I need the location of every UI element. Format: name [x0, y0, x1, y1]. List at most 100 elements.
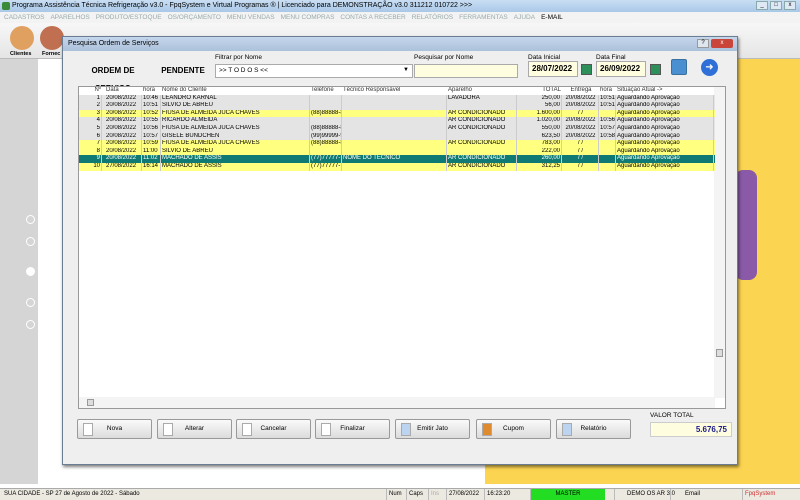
cell-phone: (88)88888-8888: [311, 109, 342, 118]
header-time: hora: [143, 87, 156, 93]
cell-technician: [342, 147, 447, 156]
help-button[interactable]: ?: [697, 39, 709, 48]
relatorio-button[interactable]: Relatório: [556, 419, 631, 439]
menu-vendas[interactable]: MENU VENDAS: [227, 12, 275, 23]
cell-technician: [342, 94, 447, 103]
status-bar: SUA CIDADE - SP 27 de Agosto de 2022 - S…: [0, 488, 800, 500]
cell-number: 4: [79, 117, 102, 125]
close-button[interactable]: x: [784, 1, 796, 10]
cell-delivery: / /: [562, 155, 599, 163]
header-delivery-time: hora: [600, 87, 613, 93]
menu-os-orcamento[interactable]: OS/ORÇAMENTO: [168, 12, 221, 23]
cell-client: MACHADO DE ASSIS: [161, 163, 310, 171]
menu-ajuda[interactable]: AJUDA: [514, 12, 535, 23]
menu-aparelhos[interactable]: APARELHOS: [50, 12, 89, 23]
finalizar-button[interactable]: Finalizar: [315, 419, 390, 439]
table-row[interactable]: 3 20/08/2022 10:52 FIUSA DE ALMEIDA JUCA CH…: [79, 109, 715, 118]
refresh-icon[interactable]: [671, 59, 687, 75]
menu-cadastros[interactable]: CADASTROS: [4, 12, 44, 23]
finalizar-label: Finalizar: [340, 425, 365, 432]
slide-dot[interactable]: [26, 237, 35, 246]
cell-status: Aguardando Aprovação: [616, 155, 714, 163]
search-os-dialog: Pesquisa Ordem de Serviços ? x ORDEM DE …: [62, 36, 738, 465]
cell-date: 20/08/2022: [105, 140, 142, 148]
slide-dot-active[interactable]: [26, 267, 35, 276]
maximize-button[interactable]: □: [770, 1, 782, 10]
cell-number: 3: [79, 109, 102, 118]
menu-produto-estoque[interactable]: PRODUTO/ESTOQUE: [96, 12, 162, 23]
menu-contas-receber[interactable]: CONTAS A RECEBER: [340, 12, 405, 23]
table-row[interactable]: 4 20/08/2022 10:55 RICARDO ALMEIDA AR CONDIC…: [79, 117, 715, 125]
total-value: 5.676,75: [650, 422, 732, 437]
start-date-input[interactable]: 28/07/2022: [528, 61, 578, 77]
cell-time: 10:57: [142, 132, 161, 141]
end-date-input[interactable]: 26/09/2022: [596, 61, 646, 77]
cancelar-button[interactable]: Cancelar: [236, 419, 311, 439]
cell-delivery-time: [599, 147, 616, 156]
relatorio-label: Relatório: [580, 425, 607, 432]
calendar-icon[interactable]: [650, 64, 661, 75]
slide-dot[interactable]: [26, 298, 35, 307]
status-city-date: SUA CIDADE - SP 27 de Agosto de 2022 - S…: [4, 491, 140, 497]
cupom-button[interactable]: Cupom: [476, 419, 551, 439]
emitir-jato-button[interactable]: Emitir Jato: [395, 419, 470, 439]
printer-icon: [562, 423, 572, 436]
cell-technician: [342, 109, 447, 118]
cell-total: 260,00: [517, 155, 562, 163]
os-grid[interactable]: Nº Data hora Nome do Cliente Telefone Técnico…: [78, 86, 726, 409]
cell-client: RICARDO ALMEIDA: [161, 117, 310, 125]
status-email[interactable]: Email: [670, 489, 702, 500]
slide-dot[interactable]: [26, 320, 35, 329]
cell-device: AR CONDICIONADO: [447, 117, 517, 125]
fornecedores-icon[interactable]: [40, 26, 64, 50]
menu-relatorios[interactable]: RELATÓRIOS: [412, 12, 453, 23]
horizontal-scrollbar[interactable]: [79, 397, 715, 408]
cell-number: 7: [79, 140, 102, 148]
minimize-button[interactable]: _: [756, 1, 768, 10]
alterar-button[interactable]: Alterar: [157, 419, 232, 439]
total-label: VALOR TOTAL: [650, 412, 694, 419]
table-row[interactable]: 8 20/08/2022 11:00 SILVIO DE ABREU 222,00/ /…: [79, 147, 715, 156]
clientes-icon[interactable]: [10, 26, 34, 50]
table-row[interactable]: 2 20/08/2022 10:51 SILVIO DE ABREU 56,00 20/0…: [79, 102, 715, 110]
header-total: TOTAL: [542, 87, 561, 93]
cell-status: Aguardando Aprovação: [616, 102, 714, 110]
cell-phone: [310, 147, 342, 156]
vertical-scrollbar[interactable]: [714, 87, 725, 398]
title-bar: Programa Assistência Técnica Refrigeraçã…: [0, 0, 800, 12]
menu-ferramentas[interactable]: FERRAMENTAS: [459, 12, 508, 23]
status-time: 16:23:20: [484, 489, 512, 500]
status-num: Num: [386, 489, 404, 500]
table-row[interactable]: 6 20/08/2022 10:57 GISELE BUNDCHEN (99)99999…: [79, 132, 715, 141]
cell-status: Aguardando Aprovação: [616, 163, 714, 171]
cell-total: 56,00: [517, 102, 562, 110]
grid-header: Nº Data hora Nome do Cliente Telefone Técnico…: [79, 87, 715, 95]
dialog-close-button[interactable]: x: [711, 39, 733, 48]
cell-delivery-time: 10:58: [600, 132, 616, 141]
cell-time: 10:46: [142, 94, 161, 103]
menu-email[interactable]: E-MAIL: [541, 12, 563, 23]
left-panel: [0, 59, 38, 484]
cell-status: Aguardando Aprovação: [616, 132, 714, 141]
table-row[interactable]: 10 27/08/2022 16:14 MACHADO DE ASSIS (77)777…: [79, 163, 715, 171]
nova-button[interactable]: Nova: [77, 419, 152, 439]
cell-technician: [342, 102, 447, 110]
menu-compras[interactable]: MENU COMPRAS: [281, 12, 335, 23]
cell-client: FIUSA DE ALMEIDA JUCA CHAVES: [161, 109, 310, 118]
cell-delivery: 20/08/2022: [562, 102, 599, 110]
cell-client: GISELE BUNDCHEN: [161, 132, 310, 141]
calendar-icon[interactable]: [581, 64, 592, 75]
filter-select[interactable]: >> T O D O S <<: [215, 64, 413, 78]
menu-bar: CADASTROS APARELHOS PRODUTO/ESTOQUE OS/O…: [0, 12, 800, 23]
table-row[interactable]: 1 20/08/2022 10:46 LEANDRO KARNAL LAVADORA 25…: [79, 94, 715, 103]
chevron-down-icon[interactable]: ▼: [403, 67, 409, 73]
cell-time: 10:59: [142, 140, 161, 148]
printer-icon: [401, 423, 411, 436]
arrow-right-icon[interactable]: ➜: [701, 59, 718, 76]
table-row[interactable]: 7 20/08/2022 10:59 FIUSA DE ALMEIDA JUCA CH…: [79, 140, 715, 148]
search-input[interactable]: [414, 64, 518, 78]
cell-device: AR CONDICIONADO: [447, 163, 517, 171]
table-row[interactable]: 9 20/08/2022 11:02 MACHADO DE ASSIS (77)7777…: [79, 155, 715, 163]
table-row[interactable]: 5 20/08/2022 10:56 FIUSA DE ALMEIDA JUCA CH…: [79, 125, 715, 133]
slide-dot[interactable]: [26, 215, 35, 224]
